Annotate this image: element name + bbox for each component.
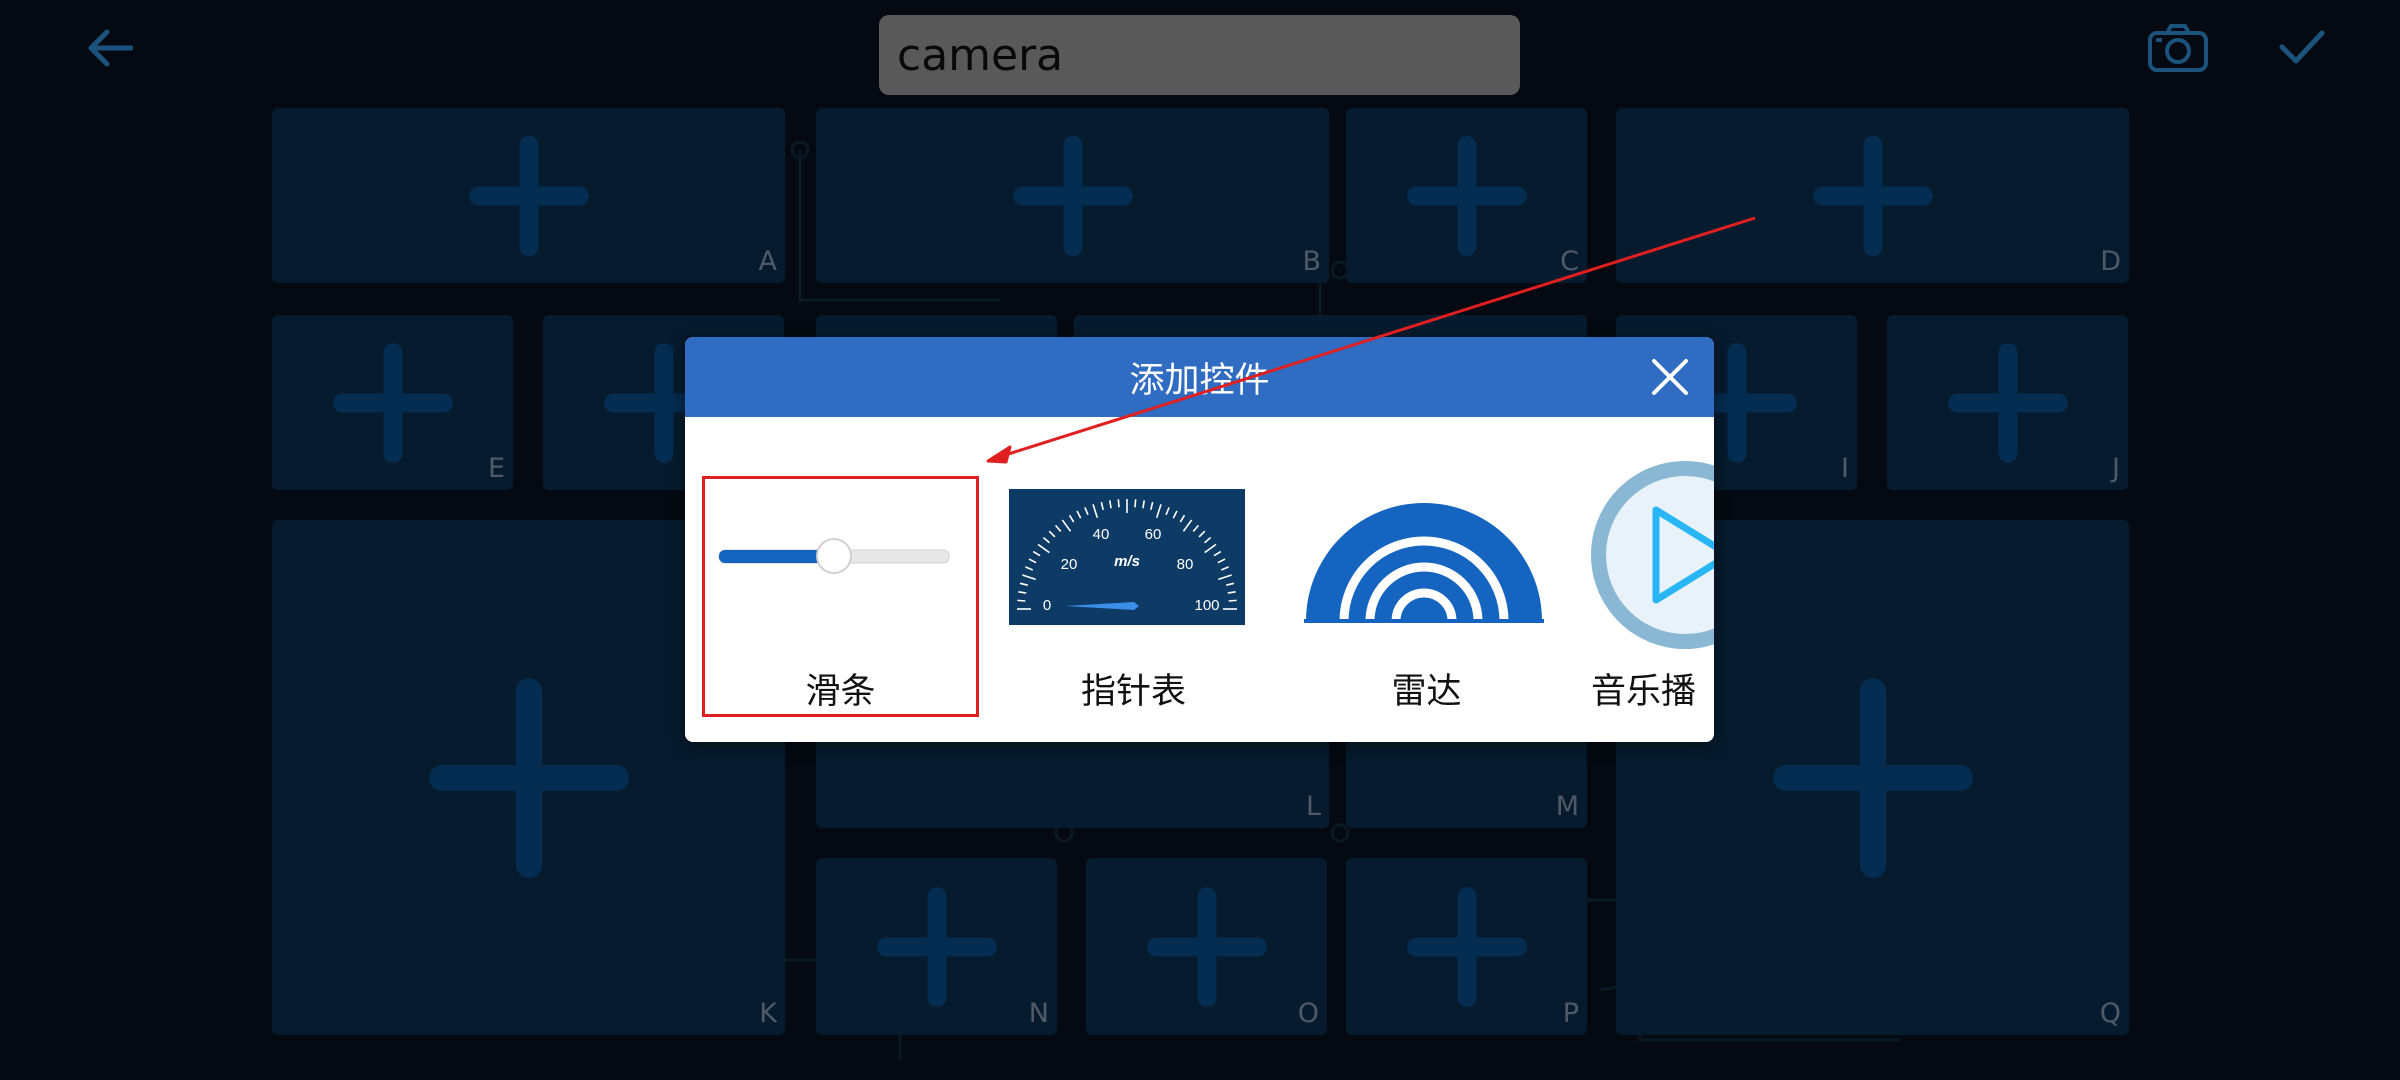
widget-label-gauge: 指针表	[1080, 672, 1186, 712]
gauge-tick-20: 20	[1061, 556, 1078, 573]
widget-option-gauge[interactable]: 0 20 40 60 80 100 m/s 指针表	[995, 337, 1272, 742]
gauge-tick-mark	[1228, 599, 1237, 602]
gauge-tick-0: 0	[1043, 597, 1051, 614]
widget-label-music-player: 音乐播	[1591, 672, 1697, 712]
gauge-tick-60: 60	[1145, 526, 1162, 543]
gauge-unit: m/s	[1114, 553, 1140, 570]
gauge-icon: 0 20 40 60 80 100 m/s	[1009, 489, 1245, 625]
play-icon	[1591, 461, 1714, 649]
gauge-tick-40: 40	[1093, 526, 1110, 543]
selection-highlight	[702, 476, 979, 717]
widget-label-radar: 雷达	[1391, 672, 1462, 712]
widget-option-radar[interactable]: 雷达	[1288, 337, 1565, 742]
gauge-tick-mark	[1017, 599, 1026, 602]
gauge-tick-80: 80	[1177, 556, 1194, 573]
radar-icon	[1304, 503, 1544, 623]
add-widget-dialog: 添加控件 滑条 0 20 40 60 80 100 m/s 指针表 雷达 音乐播	[685, 337, 1714, 742]
gauge-tick-mark	[1134, 499, 1137, 508]
gauge-tick-mark	[1117, 499, 1120, 508]
gauge-tick-100: 100	[1194, 597, 1219, 614]
widget-option-music-player[interactable]: 音乐播	[1581, 337, 1714, 742]
